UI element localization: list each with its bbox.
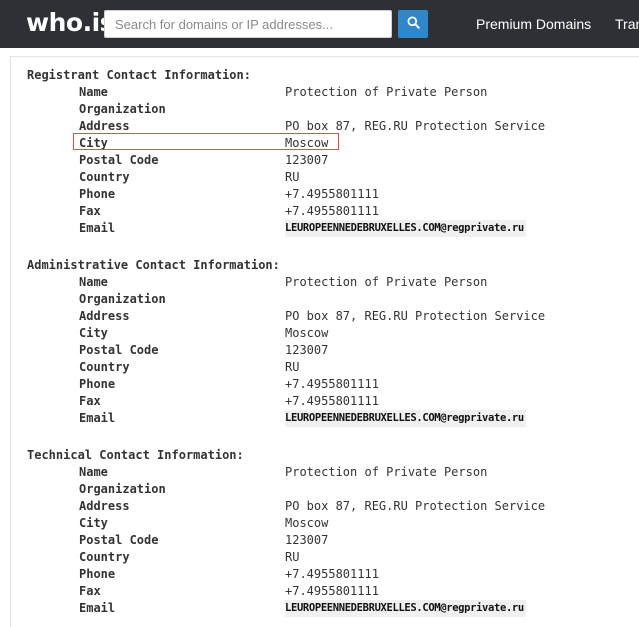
field-row-fax: Fax +7.4955801111 bbox=[11, 203, 639, 220]
field-value: +7.4955801111 bbox=[285, 584, 379, 598]
field-row-postal-code: Postal Code 123007 bbox=[11, 152, 639, 169]
field-row-city: City Moscow bbox=[11, 515, 639, 532]
field-value: PO box 87, REG.RU Protection Service bbox=[285, 499, 546, 513]
field-value: 123007 bbox=[285, 533, 329, 547]
field-label: Address bbox=[79, 499, 130, 513]
field-value: RU bbox=[285, 550, 300, 564]
field-value: +7.4955801111 bbox=[285, 394, 379, 408]
field-label: City bbox=[79, 516, 108, 530]
nav-transfer[interactable]: Tran bbox=[615, 16, 639, 32]
field-label: Organization bbox=[79, 102, 166, 116]
field-row-organization: Organization bbox=[11, 291, 639, 308]
field-value: Protection of Private Person bbox=[285, 85, 488, 99]
field-label: Country bbox=[79, 360, 130, 374]
field-row-email: Email LEUROPEENNEDEBRUXELLES.COM@regpriv… bbox=[11, 410, 639, 427]
field-value: +7.4955801111 bbox=[285, 204, 379, 218]
field-row-phone: Phone +7.4955801111 bbox=[11, 186, 639, 203]
field-value: PO box 87, REG.RU Protection Service bbox=[285, 309, 546, 323]
field-label: Postal Code bbox=[79, 533, 159, 547]
field-value: +7.4955801111 bbox=[285, 567, 379, 581]
field-row-name: Name Protection of Private Person bbox=[11, 464, 639, 481]
field-row-address: Address PO box 87, REG.RU Protection Ser… bbox=[11, 498, 639, 515]
whois-record-panel: Registrant Contact Information: Name Pro… bbox=[10, 56, 639, 627]
field-label: Postal Code bbox=[79, 343, 159, 357]
field-label: Address bbox=[79, 309, 130, 323]
field-row-phone: Phone +7.4955801111 bbox=[11, 566, 639, 583]
nav-premium-domains[interactable]: Premium Domains bbox=[476, 16, 591, 32]
email-value: LEUROPEENNEDEBRUXELLES.COM@regprivate.ru bbox=[285, 600, 526, 617]
field-value: 123007 bbox=[285, 153, 329, 167]
field-row-name: Name Protection of Private Person bbox=[11, 84, 639, 101]
field-value: 123007 bbox=[285, 343, 329, 357]
field-label: Name bbox=[79, 85, 108, 99]
field-label: Fax bbox=[79, 584, 101, 598]
field-value: Moscow bbox=[285, 516, 329, 530]
field-value: +7.4955801111 bbox=[285, 187, 379, 201]
email-value: LEUROPEENNEDEBRUXELLES.COM@regprivate.ru bbox=[285, 220, 526, 237]
field-label: Organization bbox=[79, 292, 166, 306]
field-label: Fax bbox=[79, 204, 101, 218]
field-value: +7.4955801111 bbox=[285, 377, 379, 391]
field-row-postal-code: Postal Code 123007 bbox=[11, 532, 639, 549]
field-label: Email bbox=[79, 411, 116, 425]
field-row-phone: Phone +7.4955801111 bbox=[11, 376, 639, 393]
section-title: Administrative Contact Information: bbox=[27, 258, 280, 272]
field-row-organization: Organization bbox=[11, 101, 639, 118]
email-value: LEUROPEENNEDEBRUXELLES.COM@regprivate.ru bbox=[285, 410, 526, 427]
field-label: Phone bbox=[79, 377, 116, 391]
field-row-email: Email LEUROPEENNEDEBRUXELLES.COM@regpriv… bbox=[11, 220, 639, 237]
field-row-fax: Fax +7.4955801111 bbox=[11, 583, 639, 600]
field-row-country: Country RU bbox=[11, 359, 639, 376]
field-row-country: Country RU bbox=[11, 549, 639, 566]
field-value: RU bbox=[285, 360, 300, 374]
field-row-address: Address PO box 87, REG.RU Protection Ser… bbox=[11, 308, 639, 325]
top-header-bar: who.is Premium Domains Tran bbox=[0, 0, 639, 48]
field-value: RU bbox=[285, 170, 300, 184]
section-title: Technical Contact Information: bbox=[27, 448, 244, 462]
search-input[interactable] bbox=[104, 10, 392, 38]
field-label: Email bbox=[79, 221, 116, 235]
field-label: Fax bbox=[79, 394, 101, 408]
search-button[interactable] bbox=[398, 10, 428, 38]
field-label: City bbox=[79, 326, 108, 340]
field-label: Phone bbox=[79, 187, 116, 201]
field-row-city: City Moscow bbox=[11, 325, 639, 342]
field-value: Protection of Private Person bbox=[285, 275, 488, 289]
field-row-country: Country RU bbox=[11, 169, 639, 186]
field-value: Moscow bbox=[285, 326, 329, 340]
city-highlight-box bbox=[73, 133, 339, 150]
field-label: Country bbox=[79, 550, 130, 564]
section-title: Registrant Contact Information: bbox=[27, 68, 251, 82]
whois-logo[interactable]: who.is bbox=[26, 9, 115, 37]
field-label: Email bbox=[79, 601, 116, 615]
field-value: Protection of Private Person bbox=[285, 465, 488, 479]
field-label: Organization bbox=[79, 482, 166, 496]
field-row-name: Name Protection of Private Person bbox=[11, 274, 639, 291]
field-row-fax: Fax +7.4955801111 bbox=[11, 393, 639, 410]
field-label: Name bbox=[79, 275, 108, 289]
field-label: Phone bbox=[79, 567, 116, 581]
field-label: Name bbox=[79, 465, 108, 479]
field-label: Country bbox=[79, 170, 130, 184]
field-row-organization: Organization bbox=[11, 481, 639, 498]
field-row-email: Email LEUROPEENNEDEBRUXELLES.COM@regpriv… bbox=[11, 600, 639, 617]
search-icon bbox=[407, 16, 420, 32]
field-label: Postal Code bbox=[79, 153, 159, 167]
field-row-postal-code: Postal Code 123007 bbox=[11, 342, 639, 359]
